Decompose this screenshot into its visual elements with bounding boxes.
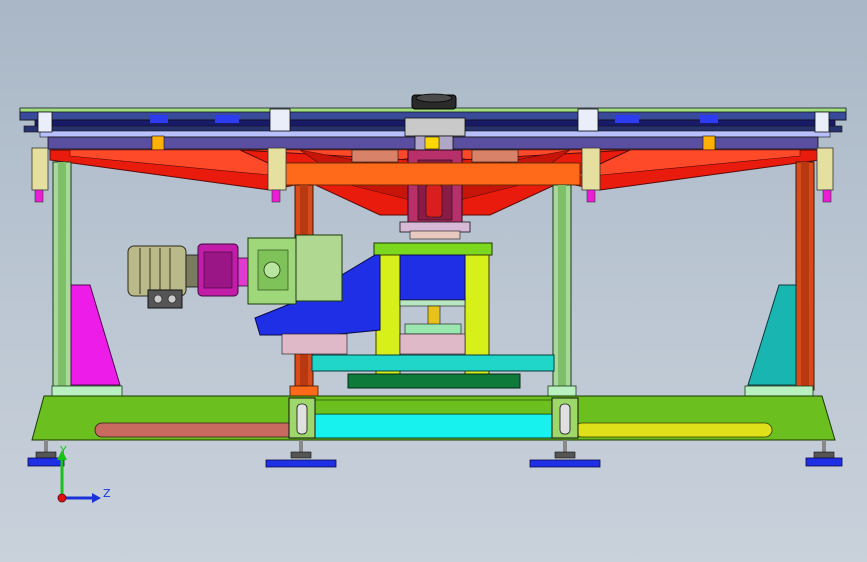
leveling-feet: [27, 440, 843, 468]
right-gusset: [747, 284, 797, 386]
foot-right: [805, 440, 843, 467]
gear-motor: [127, 234, 343, 309]
y-axis-label: Y: [59, 444, 67, 457]
z-axis-label: Z: [103, 487, 111, 500]
cad-viewport[interactable]: Y Z: [0, 0, 867, 562]
foot-center-left: [265, 440, 337, 468]
coordinate-triad[interactable]: Y Z: [57, 444, 111, 503]
z-arrow-head: [92, 493, 101, 503]
foot-left: [27, 440, 65, 467]
assembly-drawing: Y Z: [19, 93, 847, 503]
orange-cross-beam: [284, 162, 581, 186]
green-base-plate: [31, 385, 836, 441]
x-axis-origin: [57, 493, 67, 503]
left-gusset: [70, 284, 121, 386]
foot-center-right: [529, 440, 601, 468]
